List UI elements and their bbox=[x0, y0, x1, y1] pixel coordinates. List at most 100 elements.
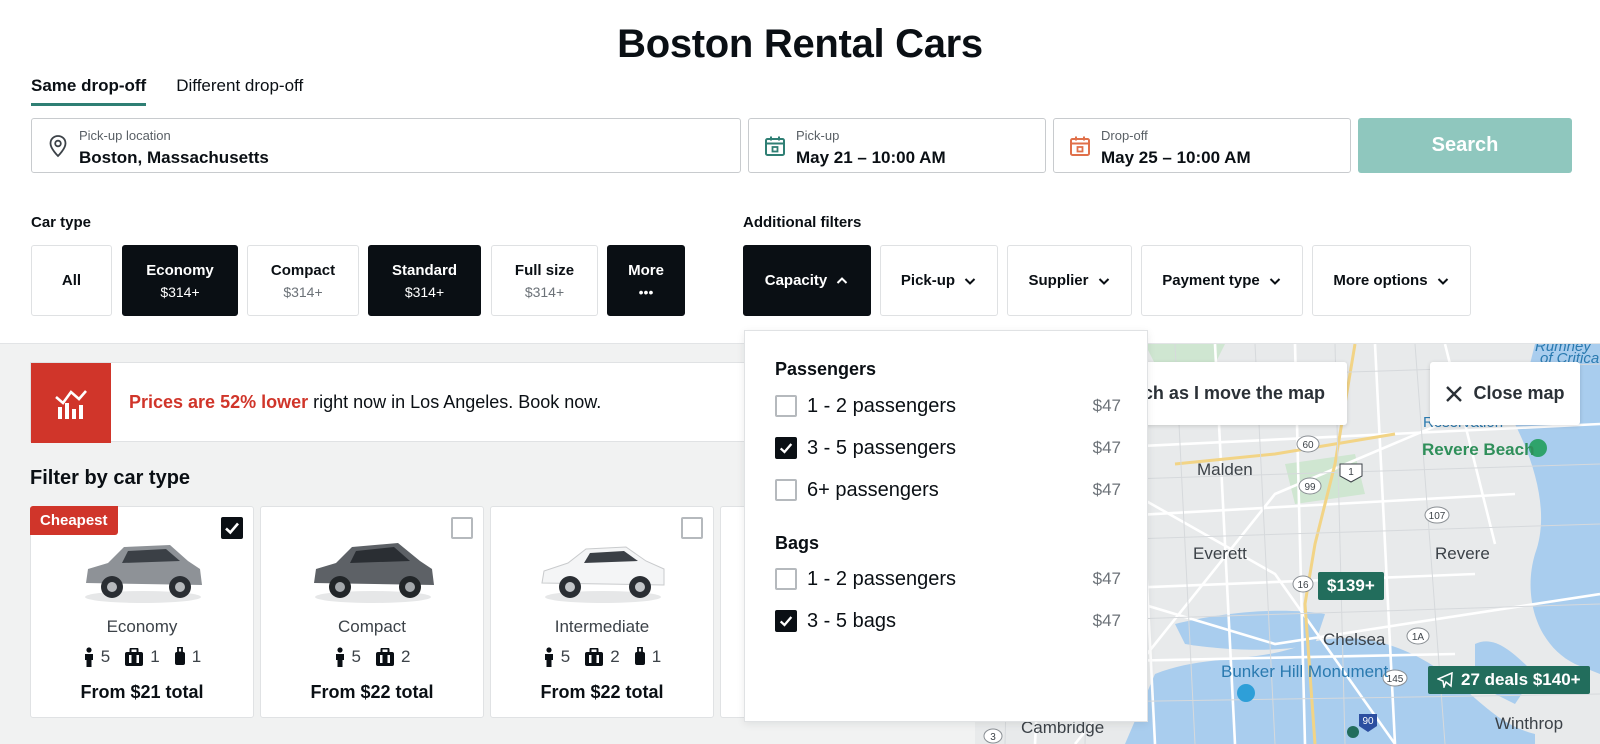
price-alert-banner[interactable]: Prices are 52% lower right now in Los An… bbox=[30, 362, 810, 443]
card-checkbox[interactable] bbox=[221, 517, 243, 539]
bags-spec: 1 bbox=[124, 647, 160, 667]
map-label-revere-beach: Revere Beach bbox=[1422, 440, 1535, 459]
capacity-dropdown: Passengers 1 - 2 passengers $47 3 - 5 pa… bbox=[744, 330, 1148, 722]
price-chart-icon bbox=[31, 363, 111, 443]
pickup-location-label: Pick-up location bbox=[79, 128, 171, 143]
option-price: $47 bbox=[1092, 611, 1121, 630]
bags-option-1[interactable]: 1 - 2 passengers $47 bbox=[775, 564, 1121, 594]
carry-on-spec: 1 bbox=[174, 647, 201, 667]
search-button[interactable]: Search bbox=[1358, 118, 1572, 173]
page-title: Boston Rental Cars bbox=[617, 22, 983, 66]
card-checkbox[interactable] bbox=[451, 517, 473, 539]
pickup-location-field[interactable]: Pick-up location Boston, Massachusetts bbox=[31, 118, 741, 173]
close-map-button[interactable]: Close map bbox=[1430, 362, 1580, 425]
card-checkbox[interactable] bbox=[681, 517, 703, 539]
person-icon bbox=[84, 647, 93, 667]
calendar-icon bbox=[765, 136, 785, 156]
capacity-option-6-plus-passengers[interactable]: 6+ passengers $47 bbox=[775, 475, 1121, 505]
card-price: From $21 total bbox=[80, 682, 204, 702]
car-type-chip-standard[interactable]: Standard $314+ bbox=[368, 245, 481, 316]
car-type-chip-more[interactable]: More ••• bbox=[607, 245, 685, 316]
filter-label: Capacity bbox=[764, 272, 828, 289]
card-car-name: Intermediate bbox=[554, 617, 650, 636]
chip-name: More bbox=[628, 261, 664, 279]
dropoff-date-label: Drop-off bbox=[1101, 128, 1148, 143]
card-car-name: Economy bbox=[106, 617, 178, 636]
filter-payment-type-button[interactable]: Payment type bbox=[1141, 245, 1303, 316]
map-label-bunker-hill: Bunker Hill Monument bbox=[1221, 662, 1389, 681]
check-icon bbox=[225, 522, 239, 535]
additional-filters-label: Additional filters bbox=[743, 214, 862, 231]
search-header: Boston Rental Cars Same drop-off Differe… bbox=[0, 0, 1600, 344]
check-icon bbox=[779, 616, 793, 627]
car-type-chip-full-size[interactable]: Full size $314+ bbox=[491, 245, 598, 316]
card-specs: 5 2 1 bbox=[491, 647, 713, 667]
person-icon bbox=[335, 647, 344, 667]
location-pin-icon bbox=[49, 135, 67, 158]
passengers-heading: Passengers bbox=[775, 359, 877, 379]
route-shield-label: 1 bbox=[1348, 467, 1354, 478]
route-shield-label: 16 bbox=[1297, 580, 1309, 591]
price-alert-text: Prices are 52% lower right now in Los An… bbox=[129, 392, 601, 413]
pickup-date-value: May 21 – 10:00 AM bbox=[796, 148, 946, 167]
car-type-card-intermediate[interactable]: Intermediate 5 2 1 From $22 total bbox=[490, 506, 714, 718]
price-alert-highlight: Prices are 52% lower bbox=[129, 392, 309, 412]
car-type-chip-compact[interactable]: Compact $314+ bbox=[247, 245, 359, 316]
route-shield-label: 60 bbox=[1302, 440, 1314, 451]
pickup-date-field[interactable]: Pick-up May 21 – 10:00 AM bbox=[748, 118, 1046, 173]
checkbox[interactable] bbox=[775, 437, 797, 459]
map-deals-pin[interactable]: 27 deals $140+ bbox=[1428, 666, 1590, 694]
route-shield-label: 90 bbox=[1362, 716, 1374, 727]
option-label: 1 - 2 passengers bbox=[807, 394, 956, 417]
bags-option-3-5-bags[interactable]: 3 - 5 bags $47 bbox=[775, 606, 1121, 636]
chevron-up-icon bbox=[837, 276, 848, 284]
map-label-chelsea: Chelsea bbox=[1323, 630, 1386, 649]
option-label: 3 - 5 passengers bbox=[807, 436, 956, 459]
bags-count: 2 bbox=[401, 647, 411, 666]
carry-on-count: 1 bbox=[191, 647, 202, 666]
chevron-down-icon bbox=[1269, 277, 1280, 285]
bags-count: 1 bbox=[150, 647, 160, 666]
dropoff-date-field[interactable]: Drop-off May 25 – 10:00 AM bbox=[1053, 118, 1351, 173]
car-image bbox=[85, 545, 202, 603]
passengers-count: 5 bbox=[560, 647, 571, 666]
card-car-name: Compact bbox=[337, 617, 407, 636]
filter-label: Payment type bbox=[1162, 272, 1260, 289]
suitcase-icon bbox=[585, 648, 604, 666]
route-shield-label: 1A bbox=[1412, 632, 1425, 643]
person-icon bbox=[544, 647, 553, 667]
filter-more-options-button[interactable]: More options bbox=[1312, 245, 1471, 316]
checkbox[interactable] bbox=[775, 610, 797, 632]
carry-on-icon bbox=[634, 647, 645, 665]
car-type-card-compact[interactable]: Compact 5 2 From $22 total bbox=[260, 506, 484, 718]
checkbox[interactable] bbox=[775, 568, 797, 590]
chip-price: $314+ bbox=[160, 283, 200, 300]
capacity-option-1-2-passengers[interactable]: 1 - 2 passengers $47 bbox=[775, 391, 1121, 421]
chevron-down-icon bbox=[1437, 277, 1448, 285]
car-type-chip-economy[interactable]: Economy $314+ bbox=[122, 245, 238, 316]
carry-on-spec: 1 bbox=[634, 647, 661, 667]
chevron-down-icon bbox=[964, 277, 976, 285]
checkbox[interactable] bbox=[775, 479, 797, 501]
card-specs: 5 2 bbox=[261, 647, 483, 667]
map-price-pin[interactable]: $139+ bbox=[1318, 572, 1384, 600]
dropoff-tabs: Same drop-off Different drop-off bbox=[31, 76, 303, 106]
filter-capacity-button[interactable]: Capacity bbox=[743, 245, 871, 316]
route-shield-label: 3 bbox=[990, 732, 996, 743]
filter-pickup-button[interactable]: Pick-up bbox=[880, 245, 998, 316]
checkbox[interactable] bbox=[775, 395, 797, 417]
check-icon bbox=[779, 443, 793, 454]
capacity-option-3-5-passengers[interactable]: 3 - 5 passengers $47 bbox=[775, 433, 1121, 463]
passengers-count: 5 bbox=[351, 647, 361, 666]
option-price: $47 bbox=[1092, 396, 1121, 415]
filter-by-car-type-title: Filter by car type bbox=[30, 467, 191, 489]
tab-different-dropoff[interactable]: Different drop-off bbox=[176, 76, 303, 106]
map-deals-label: 27 deals $140+ bbox=[1461, 670, 1581, 689]
filter-supplier-button[interactable]: Supplier bbox=[1007, 245, 1132, 316]
filter-label: Supplier bbox=[1028, 272, 1089, 289]
tab-same-dropoff[interactable]: Same drop-off bbox=[31, 76, 147, 106]
bags-spec: 2 bbox=[584, 647, 620, 667]
car-type-card-economy[interactable]: Cheapest Economy 5 1 1 From $21 total bbox=[30, 506, 254, 718]
map-label-malden: Malden bbox=[1197, 460, 1253, 479]
car-type-chip-all[interactable]: All bbox=[31, 245, 112, 316]
